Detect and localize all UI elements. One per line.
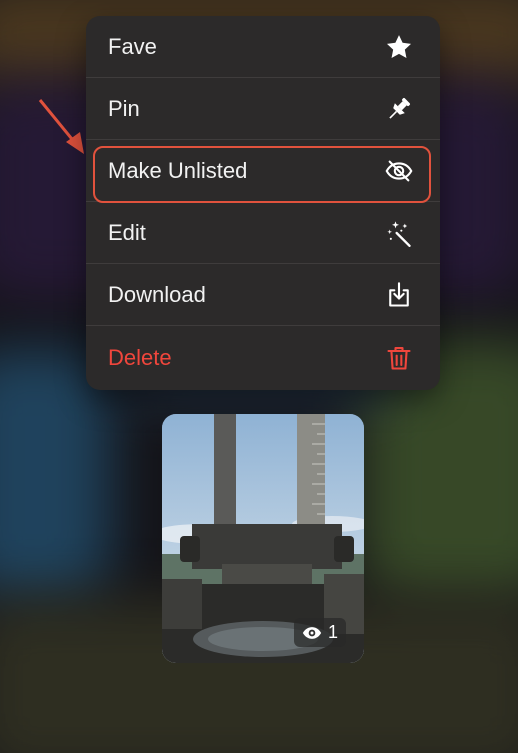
star-icon xyxy=(384,32,414,62)
eye-icon xyxy=(302,626,322,639)
menu-item-label: Pin xyxy=(108,96,140,121)
menu-item-label: Delete xyxy=(108,345,172,370)
menu-item-pin[interactable]: Pin xyxy=(86,78,440,140)
menu-item-fave[interactable]: Fave xyxy=(86,16,440,78)
preview-thumbnail[interactable]: 1 xyxy=(162,414,364,663)
menu-item-label: Fave xyxy=(108,34,157,59)
download-icon xyxy=(384,280,414,310)
menu-item-edit[interactable]: Edit xyxy=(86,202,440,264)
trash-icon xyxy=(384,343,414,373)
annotation-highlight-box xyxy=(93,146,431,203)
menu-item-label: Download xyxy=(108,282,206,307)
magic-wand-icon xyxy=(384,218,414,248)
menu-item-label: Edit xyxy=(108,220,146,245)
context-menu: Fave Pin Make Unlisted Edit Download Del… xyxy=(86,16,440,390)
menu-item-download[interactable]: Download xyxy=(86,264,440,326)
menu-item-delete[interactable]: Delete xyxy=(86,326,440,390)
view-count: 1 xyxy=(327,622,338,642)
pin-icon xyxy=(384,94,414,124)
view-count-badge: 1 xyxy=(293,618,346,647)
